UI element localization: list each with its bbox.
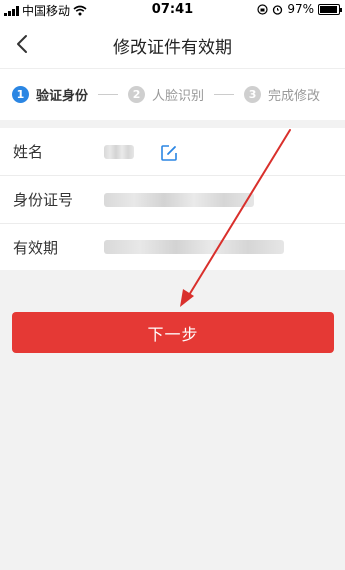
status-right: 97% <box>257 2 342 16</box>
nav-bar: 修改证件有效期 <box>0 20 345 68</box>
edit-icon[interactable] <box>160 144 178 162</box>
validity-row: 有效期 <box>0 224 345 270</box>
step-face-recognition: 2 人脸识别 <box>128 85 204 104</box>
step-divider <box>214 94 235 95</box>
validity-label: 有效期 <box>13 238 59 257</box>
name-value-redacted <box>104 144 134 159</box>
step-number: 1 <box>12 86 29 103</box>
identity-form: 姓名 身份证号 有效期 <box>0 128 345 270</box>
id-number-row: 身份证号 <box>0 176 345 224</box>
alarm-icon <box>273 4 283 15</box>
step-label: 验证身份 <box>36 89 89 104</box>
status-bar: 中国移动 07:41 97% <box>0 0 345 20</box>
step-divider <box>98 94 119 95</box>
step-number: 3 <box>244 86 262 103</box>
step-complete-modification: 3 完成修改 <box>244 85 320 104</box>
step-number: 2 <box>128 86 146 103</box>
step-label: 完成修改 <box>268 89 321 104</box>
step-label: 人脸识别 <box>152 89 205 104</box>
battery-icon <box>318 3 342 15</box>
next-step-button[interactable]: 下一步 <box>12 312 334 353</box>
id-number-value-redacted <box>104 192 254 207</box>
validity-value-redacted <box>104 240 284 254</box>
id-number-label: 身份证号 <box>13 191 74 209</box>
page-title: 修改证件有效期 <box>113 38 232 58</box>
battery-percent: 97% <box>287 2 314 16</box>
step-verify-identity: 1 验证身份 <box>12 85 88 104</box>
name-label: 姓名 <box>13 143 44 161</box>
rotation-lock-icon <box>257 3 268 15</box>
name-row: 姓名 <box>0 128 345 176</box>
step-indicator: 1 验证身份 2 人脸识别 3 完成修改 <box>0 68 345 120</box>
